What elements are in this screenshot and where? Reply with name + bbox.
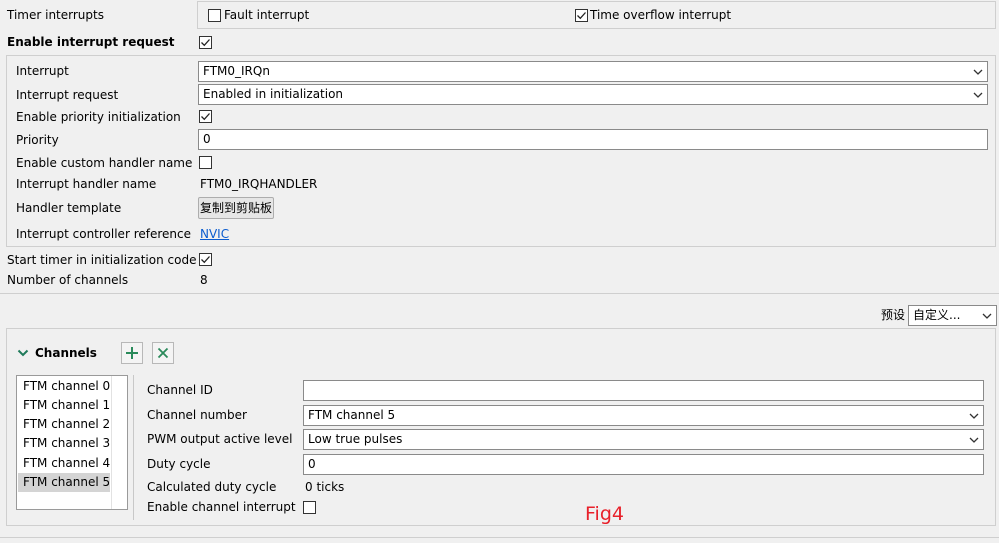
enable-channel-int-label: Enable channel interrupt — [147, 500, 296, 514]
priority-value: 0 — [203, 132, 211, 146]
channel-list-item[interactable]: FTM channel 0 — [18, 377, 110, 396]
channel-list-item[interactable]: FTM channel 4 — [18, 454, 110, 473]
checkmark-icon — [201, 256, 210, 264]
timer-interrupts-label: Timer interrupts — [7, 8, 104, 22]
start-timer-label: Start timer in initialization code — [7, 253, 197, 267]
fault-interrupt-checkbox[interactable] — [208, 9, 221, 22]
custom-handler-checkbox[interactable] — [199, 156, 212, 169]
checkmark-icon — [577, 12, 586, 20]
interrupt-request-select[interactable]: Enabled in initialization — [198, 84, 988, 105]
enable-channel-int-checkbox[interactable] — [303, 501, 316, 514]
duty-cycle-label: Duty cycle — [147, 457, 211, 471]
num-channels-value: 8 — [200, 273, 208, 287]
list-scroll-divider — [111, 376, 112, 509]
controller-ref-label: Interrupt controller reference — [16, 227, 191, 241]
enable-interrupt-request-label: Enable interrupt request — [7, 35, 175, 49]
handler-name-label: Interrupt handler name — [16, 177, 157, 191]
interrupt-value: FTM0_IRQn — [203, 64, 270, 78]
checkmark-icon — [201, 113, 210, 121]
preset-select[interactable]: 自定义... — [908, 305, 997, 326]
handler-name-value: FTM0_IRQHANDLER — [200, 177, 318, 191]
pwm-level-label: PWM output active level — [147, 432, 293, 446]
chevron-down-icon — [973, 62, 983, 81]
enable-priority-label: Enable priority initialization — [16, 110, 181, 124]
chevron-down-icon — [982, 306, 992, 325]
channel-number-value: FTM channel 5 — [308, 408, 396, 422]
interrupt-select[interactable]: FTM0_IRQn — [198, 61, 988, 82]
enable-interrupt-request-checkbox[interactable] — [199, 36, 212, 49]
interrupt-label: Interrupt — [16, 64, 69, 78]
start-timer-checkbox[interactable] — [199, 253, 212, 266]
duty-cycle-value: 0 — [308, 457, 316, 471]
channel-number-select[interactable]: FTM channel 5 — [303, 405, 984, 426]
enable-priority-checkbox[interactable] — [199, 110, 212, 123]
channel-list-item[interactable]: FTM channel 3 — [18, 434, 110, 453]
time-overflow-checkbox[interactable] — [575, 9, 588, 22]
calc-duty-value: 0 ticks — [305, 480, 345, 494]
duty-cycle-input[interactable]: 0 — [303, 454, 984, 475]
remove-channel-button[interactable] — [152, 342, 174, 364]
priority-input[interactable]: 0 — [198, 129, 988, 150]
chevron-down-icon — [969, 430, 979, 449]
checkmark-icon — [201, 39, 210, 47]
add-channel-button[interactable] — [121, 342, 143, 364]
custom-handler-label: Enable custom handler name — [16, 156, 193, 170]
fault-interrupt-label: Fault interrupt — [224, 8, 310, 22]
channels-title: Channels — [35, 346, 97, 360]
channel-id-label: Channel ID — [147, 383, 213, 397]
priority-label: Priority — [16, 133, 59, 147]
calc-duty-label: Calculated duty cycle — [147, 480, 277, 494]
close-icon — [157, 347, 169, 359]
chevron-down-icon[interactable] — [17, 347, 29, 357]
channel-splitter[interactable] — [133, 375, 134, 520]
pwm-level-value: Low true pulses — [308, 432, 403, 446]
handler-template-label: Handler template — [16, 201, 122, 215]
channel-list-item[interactable]: FTM channel 1 — [18, 396, 110, 415]
channel-list-item[interactable]: FTM channel 2 — [18, 415, 110, 434]
channel-id-input[interactable] — [303, 380, 984, 401]
bottom-divider — [0, 537, 999, 538]
chevron-down-icon — [973, 85, 983, 104]
channel-list-item-selected[interactable]: FTM channel 5 — [18, 473, 110, 492]
nvic-link[interactable]: NVIC — [200, 226, 229, 242]
interrupt-request-value: Enabled in initialization — [203, 87, 344, 101]
copy-to-clipboard-button[interactable]: 复制到剪贴板 — [198, 197, 274, 219]
num-channels-label: Number of channels — [7, 273, 129, 287]
fig-annotation: Fig4 — [585, 503, 624, 525]
chevron-down-icon — [969, 406, 979, 425]
interrupt-request-label: Interrupt request — [16, 88, 119, 102]
preset-value: 自定义... — [913, 308, 961, 322]
channel-list[interactable]: FTM channel 0 FTM channel 1 FTM channel … — [16, 375, 128, 510]
section-divider — [0, 293, 999, 294]
pwm-level-select[interactable]: Low true pulses — [303, 429, 984, 450]
time-overflow-label: Time overflow interrupt — [590, 8, 732, 22]
preset-label: 预设 — [881, 308, 906, 322]
channel-number-label: Channel number — [147, 408, 247, 422]
plus-icon — [126, 347, 138, 359]
